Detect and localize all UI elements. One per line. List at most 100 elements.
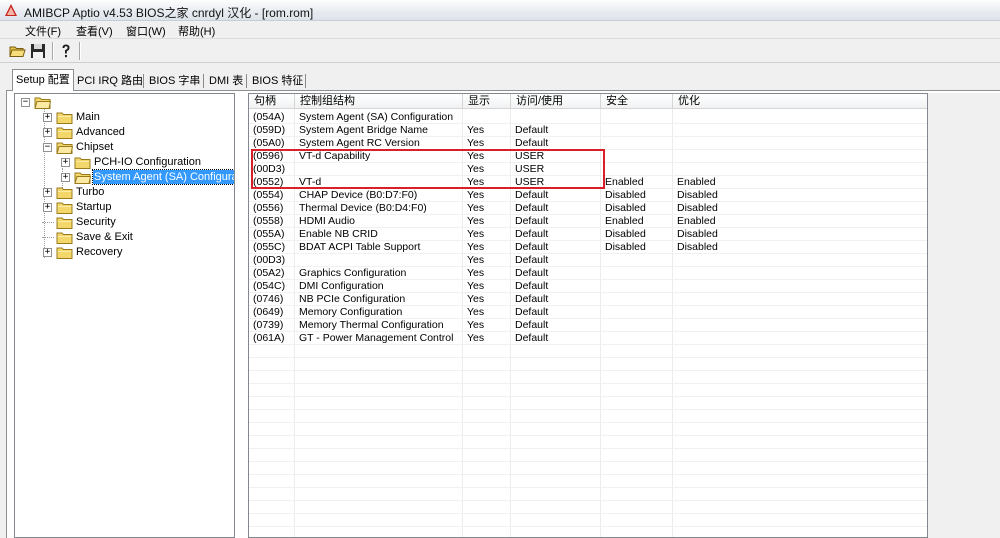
tab-bios-features[interactable]: BIOS 特征: [249, 72, 306, 90]
help-icon[interactable]: [57, 42, 75, 60]
cell-display: Yes: [467, 189, 485, 201]
grid-row-line: [249, 448, 927, 449]
grid-row-line: [249, 357, 927, 358]
cell-control-structure: GT - Power Management Control: [299, 332, 454, 344]
grid-row-line: [249, 370, 927, 371]
table-row[interactable]: (00D3) Yes USER: [249, 163, 927, 176]
expand-toggle-icon[interactable]: +: [43, 188, 52, 197]
cell-handle: (00D3): [253, 163, 286, 175]
table-row[interactable]: (0746) NB PCIe Configuration Yes Default: [249, 293, 927, 306]
column-header-control-structure[interactable]: 控制组结构: [295, 94, 463, 109]
cell-access-use: Default: [515, 280, 549, 292]
tab-label: DMI 表: [209, 75, 244, 87]
cell-handle: (0596): [253, 150, 284, 162]
table-row[interactable]: (05A2) Graphics Configuration Yes Default: [249, 267, 927, 280]
cell-control-structure: VT-d: [299, 176, 322, 188]
table-row[interactable]: (0596) VT-d Capability Yes USER: [249, 150, 927, 163]
cell-access-use: Default: [515, 202, 549, 214]
table-row[interactable]: (054A) System Agent (SA) Configuration: [249, 111, 927, 124]
column-header-access-use[interactable]: 访问/使用: [511, 94, 601, 109]
grid-row-line: [249, 500, 927, 501]
grid-row-line: [249, 396, 927, 397]
table-row[interactable]: (054C) DMI Configuration Yes Default: [249, 280, 927, 293]
expand-toggle-icon[interactable]: +: [61, 158, 70, 167]
menu-file[interactable]: 文件(F): [25, 23, 61, 39]
cell-control-structure: VT-d Capability: [299, 150, 371, 162]
table-row[interactable]: (061A) GT - Power Management Control Yes De…: [249, 332, 927, 345]
open-folder-icon[interactable]: [8, 42, 26, 60]
table-row[interactable]: (0558) HDMI Audio Yes Default Enabled Enabled: [249, 215, 927, 228]
column-header-security[interactable]: 安全: [601, 94, 673, 109]
table-row[interactable]: (00D3) Yes Default: [249, 254, 927, 267]
cell-optimized: Disabled: [677, 202, 718, 214]
collapse-toggle-icon[interactable]: −: [21, 98, 30, 107]
cell-display: Yes: [467, 267, 485, 279]
grid-row-line: [249, 461, 927, 462]
toolbar-separator: [79, 42, 80, 60]
table-row[interactable]: (059D) System Agent Bridge Name Yes Default: [249, 124, 927, 137]
tree-node-label: Turbo: [76, 186, 105, 198]
menu-view[interactable]: 查看(V): [76, 23, 113, 39]
tree-node-label: Main: [76, 111, 100, 123]
collapse-toggle-icon[interactable]: −: [43, 143, 52, 152]
column-header-display[interactable]: 显示: [463, 94, 511, 109]
expand-toggle-icon[interactable]: +: [43, 203, 52, 212]
table-row[interactable]: (0554) CHAP Device (B0:D7:F0) Yes Default Di…: [249, 189, 927, 202]
tab-dmi-table[interactable]: DMI 表: [206, 72, 246, 90]
menu-window[interactable]: 窗口(W): [126, 23, 166, 39]
column-header-handle[interactable]: 句柄: [249, 94, 295, 109]
menu-bar: 文件(F) 查看(V) 窗口(W) 帮助(H): [0, 21, 1000, 39]
cell-security: Enabled: [605, 215, 644, 227]
tree-node-label: Startup: [76, 201, 112, 213]
cell-display: Yes: [467, 241, 485, 253]
cell-handle: (0556): [253, 202, 284, 214]
table-row[interactable]: (0556) Thermal Device (B0:D4:F0) Yes Defaul…: [249, 202, 927, 215]
cell-display: Yes: [467, 176, 485, 188]
window-title: AMIBCP Aptio v4.53 BIOS之家 cnrdyl 汉化 - [r…: [24, 6, 314, 20]
cell-handle: (0554): [253, 189, 284, 201]
table-row[interactable]: (055A) Enable NB CRID Yes Default Disabled Di…: [249, 228, 927, 241]
cell-display: Yes: [467, 215, 485, 227]
cell-optimized: Enabled: [677, 215, 716, 227]
cell-control-structure: Graphics Configuration: [299, 267, 407, 279]
cell-handle: (0552): [253, 176, 284, 188]
cell-handle: (0746): [253, 293, 284, 305]
cell-security: Disabled: [605, 241, 646, 253]
expand-toggle-icon[interactable]: +: [43, 248, 52, 257]
cell-access-use: USER: [515, 176, 545, 188]
cell-display: Yes: [467, 163, 485, 175]
cell-handle: (05A0): [253, 137, 285, 149]
cell-handle: (0558): [253, 215, 284, 227]
table-row[interactable]: (0739) Memory Thermal Configuration Yes Def…: [249, 319, 927, 332]
tab-setup[interactable]: Setup 配置: [12, 69, 74, 91]
tab-separator: [305, 74, 306, 88]
cell-control-structure: System Agent Bridge Name: [299, 124, 428, 136]
table-row[interactable]: (05A0) System Agent RC Version Yes Default: [249, 137, 927, 150]
cell-optimized: Enabled: [677, 176, 716, 188]
cell-control-structure: System Agent RC Version: [299, 137, 420, 149]
expand-toggle-icon[interactable]: +: [43, 113, 52, 122]
table-row[interactable]: (0649) Memory Configuration Yes Default: [249, 306, 927, 319]
cell-access-use: Default: [515, 306, 549, 318]
table-row[interactable]: (0552) VT-d Yes USER Enabled Enabled: [249, 176, 927, 189]
expand-toggle-icon[interactable]: +: [43, 128, 52, 137]
menu-help[interactable]: 帮助(H): [178, 23, 215, 39]
tab-bios-strings[interactable]: BIOS 字串: [146, 72, 203, 90]
control-grid[interactable]: 句柄 控制组结构 显示 访问/使用 安全 优化 (054A) System Agent (SA…: [248, 93, 928, 538]
tab-pci-irq[interactable]: PCI IRQ 路由: [74, 72, 146, 90]
cell-security: Disabled: [605, 189, 646, 201]
title-bar[interactable]: AMIBCP Aptio v4.53 BIOS之家 cnrdyl 汉化 - [r…: [0, 0, 1000, 21]
cell-access-use: Default: [515, 332, 549, 344]
cell-control-structure: Thermal Device (B0:D4:F0): [299, 202, 427, 214]
table-row[interactable]: (055C) BDAT ACPI Table Support Yes Default D…: [249, 241, 927, 254]
setup-tree-view[interactable]: − + Main + Advanced − Chipset + PCH-IO Configura…: [14, 93, 235, 538]
expand-toggle-icon[interactable]: +: [61, 173, 70, 182]
grid-row-line: [249, 513, 927, 514]
tree-connector-line: [42, 237, 54, 238]
tab-separator: [143, 74, 144, 88]
save-disk-icon[interactable]: [29, 42, 47, 60]
cell-handle: (055A): [253, 228, 285, 240]
column-header-optimized[interactable]: 优化: [673, 94, 927, 109]
cell-control-structure: CHAP Device (B0:D7:F0): [299, 189, 418, 201]
cell-display: Yes: [467, 293, 485, 305]
